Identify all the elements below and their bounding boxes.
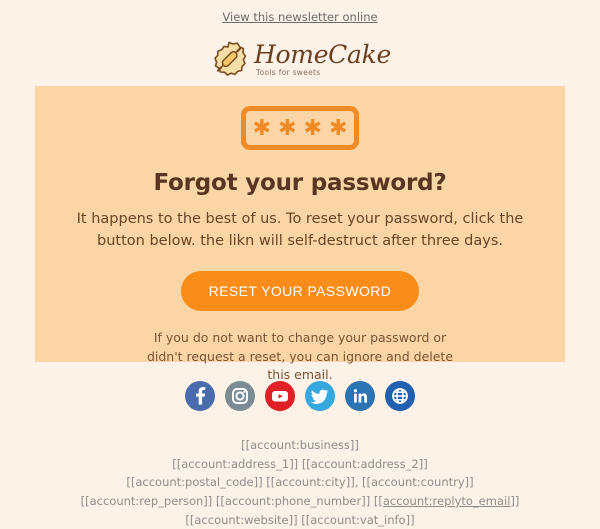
brand-logo[interactable]: HomeCake Tools for sweets (0, 28, 600, 87)
brand-wordmark: HomeCake (254, 42, 391, 67)
footer-line-website: [[account:website]] [[account:vat_info]] (0, 511, 600, 529)
footer-replyto-email-link[interactable]: [[account:replyto_email]] (374, 494, 520, 508)
preheader: View this newsletter online (0, 0, 600, 28)
password-mask-char: ✱ (278, 118, 296, 140)
footer-line-business: [[account:business]] (0, 436, 600, 455)
facebook-icon[interactable] (185, 381, 215, 411)
page-title: Forgot your password? (35, 170, 565, 196)
view-online-link[interactable]: View this newsletter online (222, 10, 377, 24)
password-icon-wrap: ✱ ✱ ✱ ✱ (35, 86, 565, 150)
youtube-icon[interactable] (265, 381, 295, 411)
footer-line-locality: [[account:postal_code]] [[account:city]]… (0, 473, 600, 492)
footer-contact-prefix: [[account:rep_person]] [[account:phone_n… (81, 494, 374, 508)
brand-logo-text: HomeCake Tools for sweets (254, 42, 391, 77)
password-mask-char: ✱ (304, 118, 322, 140)
footer: [[account:business]] [[account:address_1… (0, 436, 600, 529)
brand-tagline: Tools for sweets (256, 69, 320, 77)
reset-password-button[interactable]: RESET YOUR PASSWORD (181, 271, 420, 311)
instagram-icon[interactable] (225, 381, 255, 411)
footer-line-contact: [[account:rep_person]] [[account:phone_n… (0, 492, 600, 511)
password-mask-char: ✱ (329, 118, 347, 140)
password-asterisks-icon: ✱ ✱ ✱ ✱ (241, 106, 359, 150)
card-body-text: It happens to the best of us. To reset y… (55, 208, 545, 253)
footer-line-address: [[account:address_1]] [[account:address_… (0, 455, 600, 474)
rolling-pin-badge-icon (209, 40, 249, 80)
twitter-icon[interactable] (305, 381, 335, 411)
password-mask-char: ✱ (253, 118, 271, 140)
social-links (0, 381, 600, 411)
email-preview: View this newsletter online HomeCake Too… (0, 0, 600, 512)
password-reset-card: ✱ ✱ ✱ ✱ Forgot your password? It happens… (35, 86, 565, 362)
website-globe-icon[interactable] (385, 381, 415, 411)
cta-wrap: RESET YOUR PASSWORD (35, 271, 565, 311)
linkedin-icon[interactable] (345, 381, 375, 411)
card-disclaimer-text: If you do not want to change your passwo… (135, 329, 465, 385)
